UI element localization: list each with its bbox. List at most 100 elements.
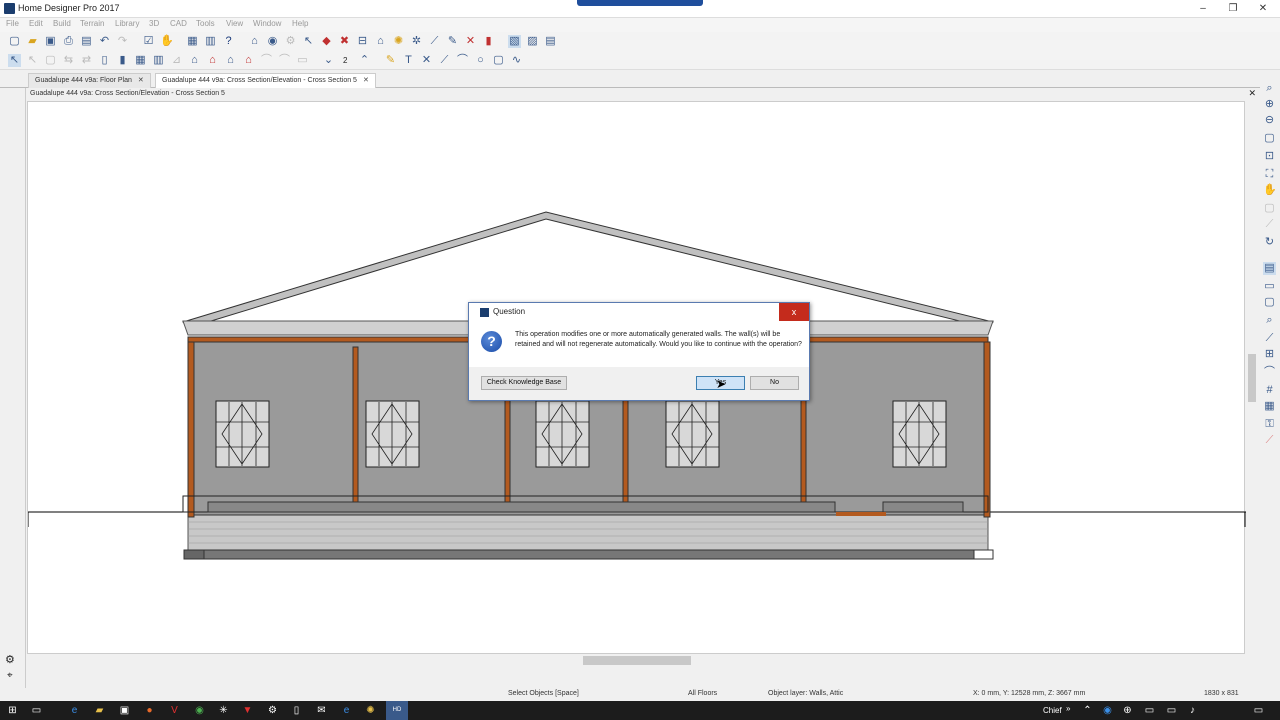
print-preview-icon[interactable]: ▤ — [80, 35, 93, 48]
pan-icon[interactable]: ✋ — [1263, 184, 1277, 197]
chrome-icon[interactable]: ◉ — [193, 704, 206, 717]
menu-view[interactable]: View — [226, 19, 243, 28]
house-icon[interactable]: ⌂ — [248, 35, 261, 48]
search-doc-icon[interactable]: ⌕ — [1263, 314, 1276, 327]
close-window-button[interactable]: ✕ — [1248, 0, 1278, 17]
walkthrough-icon[interactable]: ⚙ — [284, 35, 297, 48]
circle-icon[interactable]: ○ — [474, 54, 487, 67]
door-icon[interactable]: ▮ — [116, 54, 129, 67]
down-floor-icon[interactable]: ⌄ — [322, 54, 335, 67]
menu-3d[interactable]: 3D — [149, 19, 159, 28]
tray-battery-icon[interactable]: ▭ — [1143, 704, 1156, 717]
delete-surface-icon[interactable]: ✖ — [338, 35, 351, 48]
help-icon[interactable]: ? — [222, 35, 235, 48]
wand-icon[interactable]: ⟋ — [428, 35, 441, 48]
tab-close-icon[interactable]: ✕ — [363, 77, 369, 84]
layer-icon[interactable]: ▤ — [1263, 262, 1276, 275]
wall-icon[interactable]: ▯ — [98, 54, 111, 67]
save-icon[interactable]: ▣ — [44, 35, 57, 48]
tab-floor-plan[interactable]: Guadalupe 444 v9a: Floor Plan ✕ — [28, 73, 151, 88]
tile-windows-icon[interactable]: ▧ — [508, 35, 521, 48]
task-view-icon[interactable]: ▭ — [30, 704, 43, 717]
pointer-icon[interactable]: ↖ — [302, 35, 315, 48]
up-floor-icon[interactable]: ⌃ — [358, 54, 371, 67]
notifications-icon[interactable]: ▭ — [1252, 704, 1265, 717]
transform-icon[interactable]: ⇄ — [80, 54, 93, 67]
tray-app-icon[interactable]: ◉ — [1101, 704, 1114, 717]
home-designer-taskbar-icon[interactable]: HD — [386, 701, 408, 720]
taskbar-user[interactable]: Chief — [1043, 706, 1062, 715]
framing-icon[interactable]: ⌒ — [260, 54, 273, 67]
menu-window[interactable]: Window — [253, 19, 281, 28]
rename-icon[interactable]: ▭ — [1263, 280, 1276, 293]
library-icon[interactable]: ▦ — [186, 35, 199, 48]
firefox-icon[interactable]: ● — [143, 704, 156, 717]
open-folder-icon[interactable]: ▰ — [26, 35, 39, 48]
lock-icon[interactable]: ⚿ — [1263, 418, 1276, 431]
mail-icon[interactable]: ✉ — [315, 704, 328, 717]
app-v-icon[interactable]: V — [168, 704, 181, 717]
fill-window-icon[interactable]: ⊡ — [1263, 150, 1276, 163]
spin-icon[interactable]: ▢ — [1263, 202, 1276, 215]
file-explorer-icon[interactable]: ▰ — [93, 704, 106, 717]
dimension-icon[interactable]: ✎ — [384, 54, 397, 67]
draw-line-icon[interactable]: ⟋ — [438, 54, 451, 67]
building-icon[interactable]: ⌂ — [242, 54, 255, 67]
settings-app-icon[interactable]: ⚙ — [266, 704, 279, 717]
checklist-icon[interactable]: ☑ — [142, 35, 155, 48]
menu-library[interactable]: Library — [115, 19, 139, 28]
sun-icon[interactable]: ✺ — [392, 35, 405, 48]
align-icon[interactable]: ⊞ — [1263, 348, 1276, 361]
taskbar-chevron[interactable]: » — [1066, 704, 1070, 713]
copy-icon[interactable]: ▢ — [44, 54, 57, 67]
snap-tool-icon[interactable]: ⌖ — [7, 670, 13, 681]
delete-icon[interactable]: ⟋ — [1263, 434, 1276, 447]
select-edit-icon[interactable]: ↖ — [26, 54, 39, 67]
eyedropper-icon[interactable]: ✕ — [464, 35, 477, 48]
room-icon[interactable]: ⌂ — [224, 54, 237, 67]
new-file-icon[interactable]: ▢ — [8, 35, 21, 48]
footprints-icon[interactable]: ◆ — [320, 35, 333, 48]
angle-icon[interactable]: ⟋ — [1263, 332, 1276, 345]
eraser-icon[interactable]: ▮ — [482, 35, 495, 48]
tray-display-icon[interactable]: ▭ — [1165, 704, 1178, 717]
terrain-icon[interactable]: ⌒ — [278, 54, 291, 67]
menu-cad[interactable]: CAD — [170, 19, 187, 28]
hand-icon[interactable]: ✋ — [160, 35, 174, 48]
ie-icon[interactable]: e — [340, 704, 353, 717]
rotate-icon[interactable]: ↻ — [1263, 236, 1276, 249]
menu-tools[interactable]: Tools — [196, 19, 215, 28]
grid-snap-icon[interactable]: ▦ — [1263, 400, 1276, 413]
layout-icon[interactable]: ▤ — [544, 35, 557, 48]
fill-window-all-icon[interactable]: ⛶ — [1263, 168, 1276, 181]
fireplace-icon[interactable]: ⌂ — [206, 54, 219, 67]
line-icon[interactable]: ✕ — [420, 54, 433, 67]
plant-icon[interactable]: ✲ — [410, 35, 423, 48]
grid-icon[interactable]: # — [1263, 384, 1276, 397]
plumbing-icon[interactable]: ▭ — [296, 54, 309, 67]
restore-button[interactable]: ❐ — [1218, 0, 1248, 17]
tray-up-icon[interactable]: ⌃ — [1081, 704, 1094, 717]
menu-terrain[interactable]: Terrain — [80, 19, 104, 28]
vertical-scroll-thumb[interactable] — [1248, 354, 1256, 402]
tilt-icon[interactable]: ⟋ — [1263, 218, 1276, 231]
minimize-button[interactable]: ‒ — [1188, 0, 1218, 17]
edge-icon[interactable]: e — [68, 704, 81, 717]
tab-close-icon[interactable]: ✕ — [138, 77, 144, 84]
menu-help[interactable]: Help — [292, 19, 308, 28]
document-close-icon[interactable]: ✕ — [1248, 88, 1256, 99]
horizontal-scroll-thumb[interactable] — [583, 656, 691, 665]
no-button[interactable]: No — [750, 376, 799, 390]
shield-app-icon[interactable]: ▼ — [241, 704, 254, 717]
volume-icon[interactable]: ♪ — [1186, 704, 1199, 717]
arc-icon[interactable]: ⌒ — [456, 54, 469, 67]
stairs-icon[interactable]: ⊿ — [170, 54, 183, 67]
print-icon[interactable]: ⎙ — [62, 35, 75, 48]
zoom-icon[interactable]: ⌕ — [1263, 82, 1276, 95]
zoom-out-icon[interactable]: ⊖ — [1263, 114, 1276, 127]
cross-section-icon[interactable]: ⌂ — [374, 35, 387, 48]
settings-gear-icon[interactable]: ⚙ — [5, 653, 15, 666]
sparkle-app-icon[interactable]: ✳ — [217, 704, 230, 717]
spline-icon[interactable]: ∿ — [510, 54, 523, 67]
menu-file[interactable]: File — [6, 19, 19, 28]
